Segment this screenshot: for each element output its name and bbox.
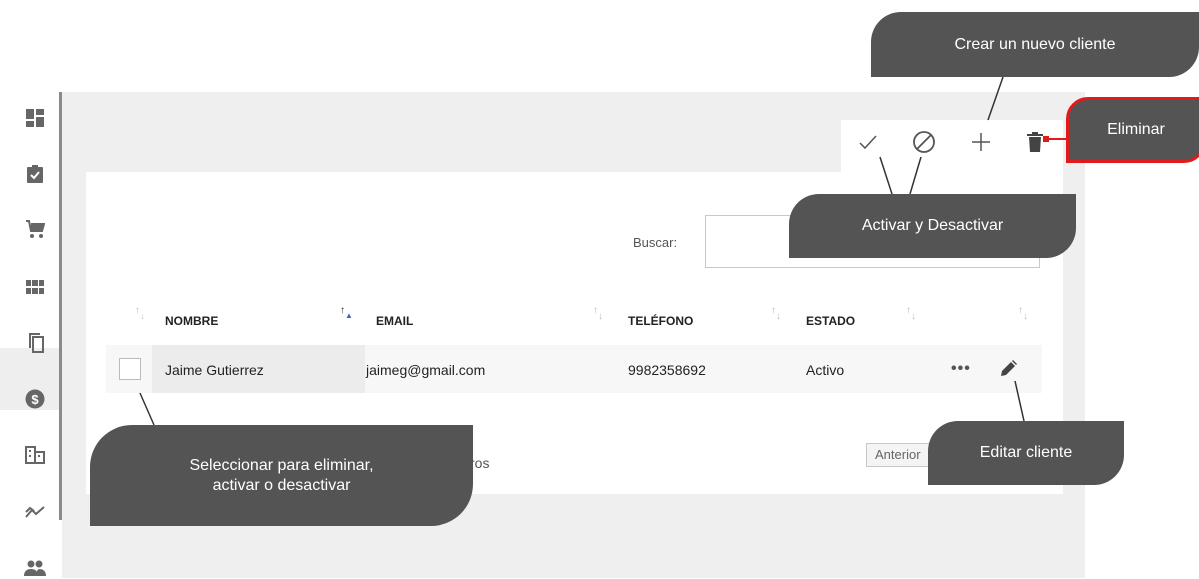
cell-name: Jaime Gutierrez [165,362,264,378]
cart-icon [26,220,45,238]
callout-delete: Eliminar [1066,97,1199,163]
sidebar-item-payments[interactable]: $ [24,388,46,410]
sort-icon[interactable]: ↑↓ [771,306,781,328]
svg-text:$: $ [31,392,39,407]
trash-icon [1027,132,1043,152]
sidebar-item-users[interactable] [24,557,46,579]
callout-create-client: Crear un nuevo cliente [871,12,1199,77]
header-status[interactable]: ESTADO [806,314,855,328]
sidebar-item-companies[interactable] [24,444,46,466]
search-label: Buscar: [633,235,678,250]
sidebar-item-tasks[interactable] [24,163,46,185]
sidebar-item-reports[interactable] [24,501,46,523]
more-options-button[interactable]: ••• [951,360,971,378]
plus-icon [972,133,990,151]
header-name[interactable]: NOMBRE [165,314,218,328]
dashboard-icon [26,109,44,127]
header-phone[interactable]: TELÉFONO [628,314,693,328]
callout-select-line2: activar o desactivar [212,476,351,494]
deactivate-button[interactable] [911,129,937,160]
copy-icon [29,333,44,353]
trending-icon [25,506,45,518]
add-client-button[interactable] [969,130,993,159]
delete-button[interactable] [1026,131,1044,158]
edit-button[interactable] [998,359,1018,384]
sidebar-item-copies[interactable] [24,332,46,354]
previous-page-button[interactable]: Anterior [866,443,936,467]
check-icon [859,135,877,150]
header-email[interactable]: EMAIL [376,314,413,328]
callout-select: Seleccionar para eliminar, activar o des… [90,425,473,526]
pencil-icon [1001,360,1017,376]
sort-icon[interactable]: ↑↓ [906,306,916,328]
callout-edit-client: Editar cliente [928,421,1124,485]
dollar-icon: $ [25,389,45,409]
building-icon [25,446,45,464]
cell-email: jaimeg@gmail.com [366,362,486,378]
clipboard-check-icon [27,165,43,183]
sort-icon[interactable]: ↑↓ [593,306,603,328]
sort-icon[interactable]: ↑↓ [1018,306,1028,328]
sort-icon[interactable]: ↑↓ [135,306,145,328]
sidebar-item-clients[interactable] [24,276,46,298]
sidebar-item-dashboard[interactable] [24,107,46,129]
sidebar-item-sales[interactable] [24,218,46,240]
people-icon [24,560,46,576]
cell-status: Activo [806,362,845,378]
cell-phone: 9982358692 [628,362,706,378]
sort-icon-active[interactable]: ↑▲ [340,306,353,328]
callout-activate-deactivate: Activar y Desactivar [789,194,1076,258]
row-select-checkbox[interactable] [119,358,141,380]
block-icon [913,131,935,153]
callout-select-line1: Seleccionar para eliminar, [189,456,374,474]
grid-icon [26,280,44,294]
sidebar: $ [0,90,62,578]
activate-button[interactable] [856,130,880,159]
